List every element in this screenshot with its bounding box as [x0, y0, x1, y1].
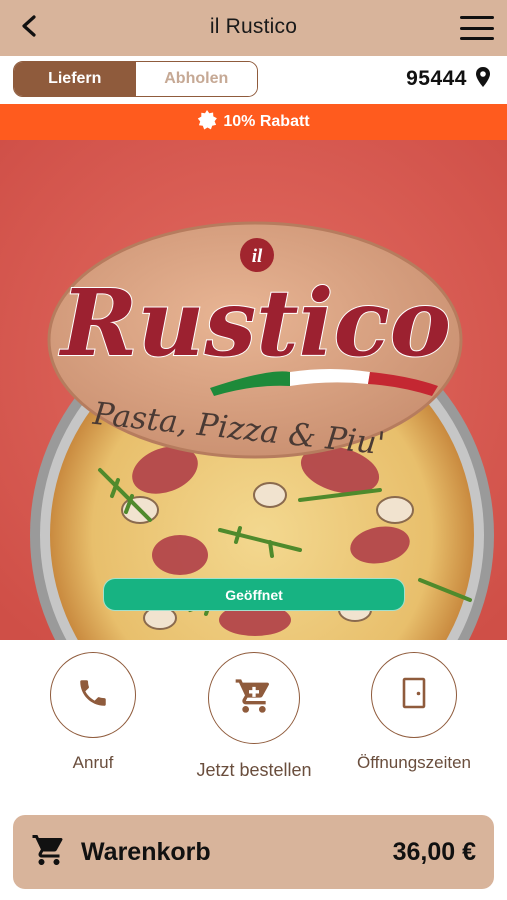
hamburger-menu-icon	[460, 16, 494, 19]
action-call: Anruf	[18, 652, 168, 773]
top-bar: il Rustico	[0, 0, 507, 56]
location-pin-icon	[475, 66, 491, 93]
delivery-toggle: Liefern Abholen	[13, 61, 258, 97]
door-icon	[401, 677, 427, 714]
hero-image: il Rustico Pasta, Pizza & Piu'	[0, 140, 507, 640]
opening-hours-label: Öffnungszeiten	[356, 753, 472, 772]
opening-hours-button[interactable]	[371, 652, 457, 738]
logo-prefix: il	[252, 246, 263, 267]
discount-text: 10% Rabatt	[223, 113, 310, 130]
cart-total: 36,00 €	[392, 837, 476, 866]
phone-icon	[76, 676, 110, 715]
logo-name: Rustico	[58, 269, 451, 377]
toggle-liefern[interactable]: Liefern	[14, 62, 136, 96]
discount-banner: 10% Rabatt	[0, 104, 507, 140]
order-now-button[interactable]	[208, 652, 300, 744]
action-hours: Öffnungszeiten	[339, 652, 489, 773]
page-title: il Rustico	[209, 15, 298, 38]
call-button[interactable]	[50, 652, 136, 738]
cart-label: Warenkorb	[81, 837, 211, 866]
toggle-abholen[interactable]: Abholen	[135, 62, 257, 96]
action-order: Jetzt bestellen	[179, 652, 329, 781]
order-now-label: Jetzt bestellen	[196, 760, 312, 780]
menu-button[interactable]	[457, 12, 497, 44]
hero-banner: il Rustico Pasta, Pizza & Piu' Geöffnet	[0, 140, 507, 640]
badge-icon	[197, 109, 218, 135]
cart-bar[interactable]: Warenkorb 36,00 €	[13, 815, 494, 889]
cart-icon	[234, 676, 274, 721]
open-status-badge[interactable]: Geöffnet	[103, 578, 405, 611]
cart-icon	[31, 832, 67, 873]
zip-code: 95444	[406, 67, 467, 90]
call-label: Anruf	[72, 753, 114, 772]
zip-location[interactable]: 95444	[406, 64, 491, 94]
